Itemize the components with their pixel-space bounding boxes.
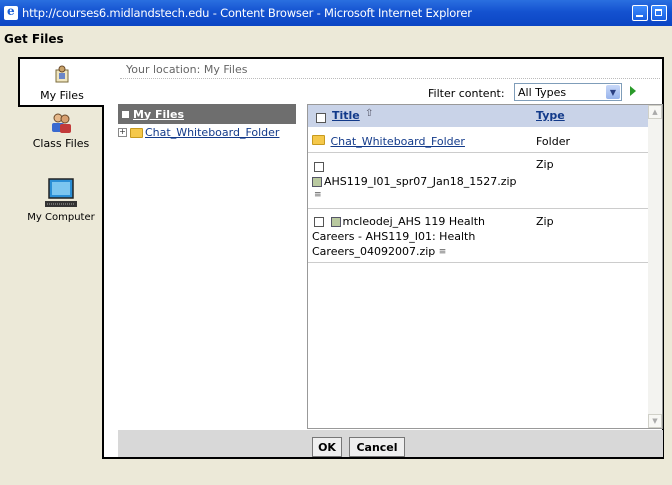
file-name-link[interactable]: Chat_Whiteboard_Folder	[331, 135, 465, 148]
divider	[120, 78, 660, 79]
tree-item[interactable]: + Chat_Whiteboard_Folder	[118, 126, 279, 139]
select-all-checkbox[interactable]	[316, 113, 326, 123]
chevron-down-icon[interactable]: ▼	[606, 85, 620, 99]
list-scrollbar[interactable]: ▲ ▼	[648, 105, 662, 428]
list-header: Title ⇧ Type	[308, 105, 648, 127]
context-menu-icon[interactable]: ≡	[314, 190, 322, 200]
row-divider	[308, 152, 648, 153]
square-icon	[122, 110, 129, 118]
tree-item-link[interactable]: Chat_Whiteboard_Folder	[145, 126, 279, 139]
folder-icon	[130, 127, 143, 138]
file-type: Zip	[536, 158, 554, 171]
row-checkbox[interactable]	[314, 217, 324, 227]
scroll-down-icon[interactable]: ▼	[648, 414, 662, 428]
file-name-line-3: Careers_04092007.zip ≡	[312, 245, 446, 258]
location-text: Your location: My Files	[126, 63, 248, 76]
title-bar: http://courses6.midlandstech.edu - Conte…	[0, 0, 672, 26]
window-title: http://courses6.midlandstech.edu - Conte…	[22, 6, 472, 20]
tab-my-computer[interactable]: My Computer	[18, 177, 104, 229]
file-name-line-3-text: Careers_04092007.zip	[312, 245, 436, 258]
minimize-button[interactable]	[632, 5, 648, 21]
file-type: Folder	[536, 135, 570, 148]
file-type: Zip	[536, 215, 554, 228]
ie-icon	[4, 4, 18, 20]
zip-icon	[330, 217, 341, 227]
filter-selected-value: All Types	[518, 85, 567, 99]
ok-button[interactable]: OK	[312, 437, 342, 457]
tree-header[interactable]: My Files	[118, 104, 296, 124]
user-folder-icon	[55, 65, 69, 83]
row-checkbox[interactable]	[314, 160, 324, 173]
table-row[interactable]: AHS119_I01_spr07_Jan18_1527.zip	[312, 175, 517, 188]
go-arrow-icon[interactable]	[630, 86, 636, 96]
tree-root-link[interactable]: My Files	[133, 108, 184, 121]
expand-icon[interactable]: +	[118, 128, 127, 137]
source-tabs: My Files Class Files My Computer	[18, 57, 104, 459]
context-menu-icon[interactable]: ≡	[439, 247, 447, 257]
tab-class-files[interactable]: Class Files	[18, 112, 104, 158]
row-divider	[308, 262, 648, 263]
folder-icon	[312, 135, 325, 145]
tab-label: My Files	[40, 89, 84, 102]
filter-select[interactable]: All Types ▼	[514, 83, 622, 101]
class-users-icon	[52, 113, 71, 133]
tab-label: My Computer	[27, 212, 95, 223]
title-column-header[interactable]: Title	[332, 109, 360, 122]
file-name: AHS119_I01_spr07_Jan18_1527.zip	[324, 175, 517, 188]
row-divider	[308, 208, 648, 209]
scroll-up-icon[interactable]: ▲	[648, 105, 662, 119]
table-row[interactable]: mcleodej_AHS 119 Health	[314, 215, 485, 228]
file-name-line-1: mcleodej_AHS 119 Health	[342, 215, 486, 228]
table-row[interactable]: Chat_Whiteboard_Folder	[312, 135, 465, 148]
filter-label: Filter content:	[428, 87, 505, 100]
maximize-button[interactable]	[651, 5, 667, 21]
page-title: Get Files	[4, 32, 64, 46]
tab-my-files[interactable]: My Files	[18, 57, 104, 107]
tab-label: Class Files	[32, 137, 90, 150]
sort-up-icon[interactable]: ⇧	[365, 108, 373, 119]
cancel-button[interactable]: Cancel	[349, 437, 405, 457]
computer-icon	[45, 178, 77, 207]
zip-icon	[312, 177, 322, 187]
file-name-line-2: Careers - AHS119_I01: Health	[312, 230, 476, 243]
type-column-header[interactable]: Type	[536, 109, 565, 122]
